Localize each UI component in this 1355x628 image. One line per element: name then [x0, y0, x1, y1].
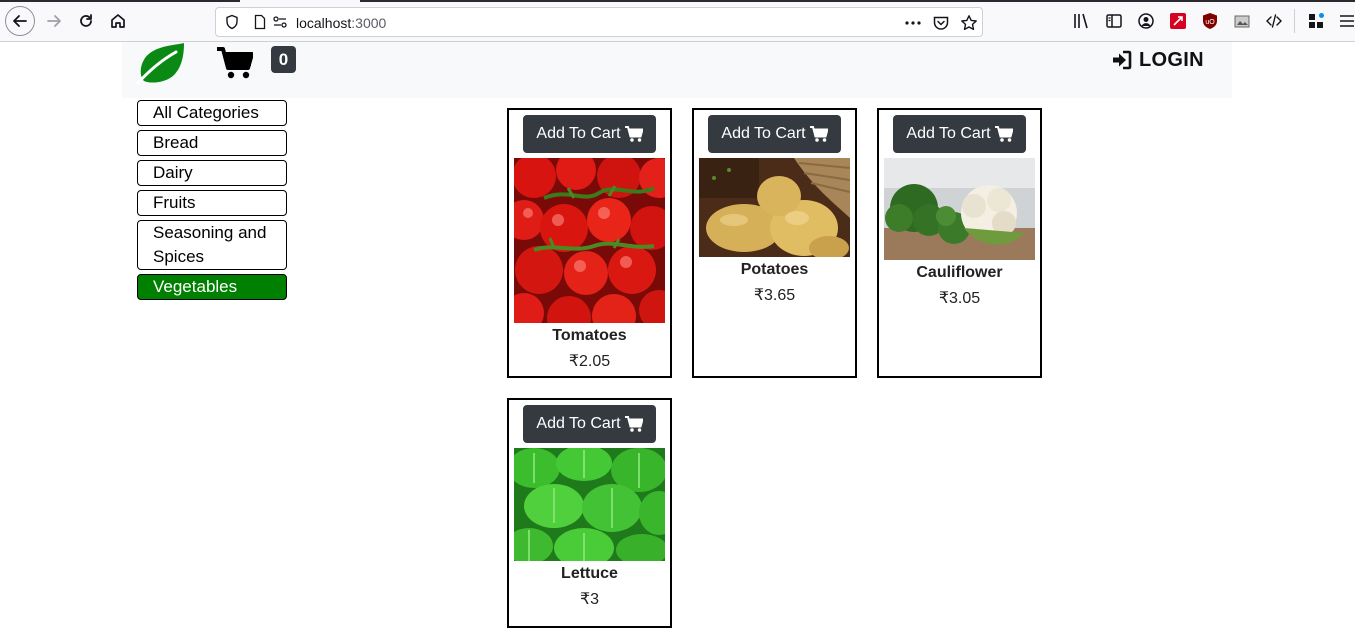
toolbar-divider	[1294, 9, 1295, 33]
category-vegetables[interactable]: Vegetables	[137, 274, 287, 300]
tomatoes-image	[514, 158, 665, 323]
cart-icon	[624, 126, 643, 142]
sidebar-icon[interactable]	[1105, 12, 1123, 30]
svg-text:uO: uO	[1205, 19, 1215, 26]
url-text[interactable]: localhost:3000	[296, 15, 386, 31]
address-bar[interactable]: localhost:3000	[215, 7, 983, 37]
category-fruits[interactable]: Fruits	[137, 190, 287, 216]
product-price: ₹3.65	[753, 287, 796, 304]
login-label: LOGIN	[1139, 48, 1204, 71]
leaf-logo-icon[interactable]	[136, 42, 186, 84]
product-price: ₹3.05	[938, 290, 981, 307]
product-price: ₹2.05	[568, 353, 611, 370]
add-to-cart-label: Add To Cart	[536, 125, 621, 142]
product-name: Potatoes	[740, 261, 809, 278]
add-to-cart-button[interactable]: Add To Cart	[708, 115, 841, 153]
cauliflower-image	[884, 158, 1035, 260]
category-list: All Categories Bread Dairy Fruits Season…	[137, 100, 287, 304]
arrow-left-icon	[13, 15, 27, 27]
product-price: ₹3	[579, 591, 600, 608]
app-navbar: 0 LOGIN	[122, 42, 1232, 98]
cart-icon[interactable]	[217, 47, 253, 79]
add-to-cart-label: Add To Cart	[906, 125, 991, 142]
pocket-icon[interactable]	[932, 14, 950, 32]
add-to-cart-button[interactable]: Add To Cart	[523, 405, 656, 443]
product-name: Tomatoes	[552, 327, 627, 344]
add-to-cart-button[interactable]: Add To Cart	[523, 115, 656, 153]
active-tab-indicator	[240, 0, 360, 2]
back-button[interactable]	[5, 6, 35, 36]
menu-icon[interactable]	[1338, 12, 1355, 30]
developer-tools-icon[interactable]	[1265, 12, 1283, 30]
forward-button[interactable]	[40, 7, 68, 35]
browser-toolbar: localhost:3000 uO	[0, 0, 1355, 42]
home-icon	[111, 14, 125, 28]
more-actions-icon[interactable]	[904, 14, 922, 32]
product-name: Lettuce	[561, 565, 618, 582]
cart-icon	[809, 126, 828, 142]
shield-icon[interactable]	[224, 14, 240, 30]
ublock-icon[interactable]: uO	[1201, 12, 1219, 30]
reload-button[interactable]	[72, 7, 100, 35]
lettuce-image	[514, 448, 665, 561]
category-seasoning-and-spices[interactable]: Seasoning and Spices	[137, 220, 287, 270]
sign-in-icon	[1113, 50, 1132, 70]
permissions-icon[interactable]	[272, 14, 288, 30]
product-name: Cauliflower	[916, 264, 1003, 281]
product-card-tomatoes: Add To Cart Tomatoes ₹2.05	[507, 108, 672, 378]
home-button[interactable]	[104, 7, 132, 35]
product-card-cauliflower: Add To Cart Cauliflower ₹3.05	[877, 108, 1042, 378]
extensions-icon[interactable]	[1307, 12, 1325, 30]
login-button[interactable]: LOGIN	[1112, 48, 1204, 72]
library-icon[interactable]	[1073, 12, 1091, 30]
page-icon[interactable]	[252, 14, 268, 30]
account-icon[interactable]	[1137, 12, 1155, 30]
category-dairy[interactable]: Dairy	[137, 160, 287, 186]
cart-count-badge[interactable]: 0	[271, 46, 296, 73]
extension-red-icon[interactable]	[1169, 12, 1187, 30]
arrow-right-icon	[47, 15, 61, 27]
product-card-lettuce: Add To Cart Lettuce ₹3	[507, 398, 672, 628]
url-port: :3000	[351, 15, 387, 31]
url-host: localhost	[296, 15, 352, 31]
potatoes-image	[699, 158, 850, 257]
reload-icon	[80, 14, 92, 27]
category-bread[interactable]: Bread	[137, 130, 287, 156]
add-to-cart-button[interactable]: Add To Cart	[893, 115, 1026, 153]
screenshot-extension-icon[interactable]	[1233, 12, 1251, 30]
product-card-potatoes: Add To Cart Potatoes ₹3.65	[692, 108, 857, 378]
bookmark-star-icon[interactable]	[960, 14, 978, 32]
category-all-categories[interactable]: All Categories	[137, 100, 287, 126]
cart-icon	[624, 416, 643, 432]
add-to-cart-label: Add To Cart	[721, 125, 806, 142]
add-to-cart-label: Add To Cart	[536, 415, 621, 432]
cart-icon	[994, 126, 1013, 142]
tab-strip	[0, 0, 1355, 2]
